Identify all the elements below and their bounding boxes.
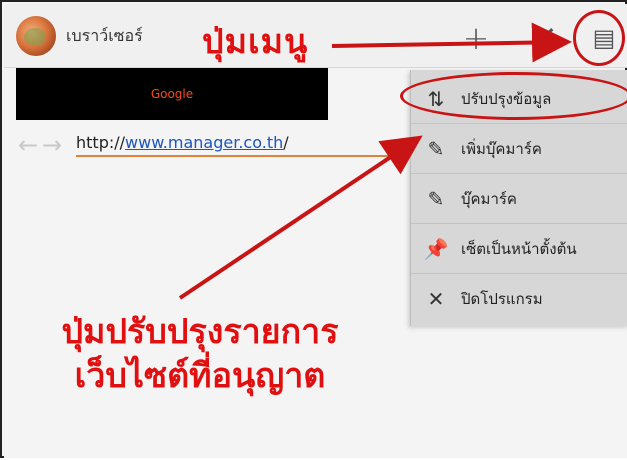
callout-line-2: เว็บไซต์ที่อนุญาต [74, 356, 326, 397]
menu-item-set-homepage[interactable]: 📌 เซ็ตเป็นหน้าตั้งต้น [411, 224, 627, 274]
add-bookmark-icon: ✎ [427, 136, 445, 161]
callout-line-1: ปุ่มปรับปรุงรายการ [61, 312, 339, 352]
url-suffix: / [283, 133, 289, 152]
google-label: Google [150, 87, 194, 101]
menu-item-label: บุ๊คมาร์ค [461, 189, 517, 208]
refresh-list-callout: ปุ่มปรับปรุงรายการ เว็บไซต์ที่อนุญาต [50, 310, 350, 398]
menu-item-bookmarks[interactable]: ✎ บุ๊คมาร์ค [411, 174, 627, 224]
screenshot-frame: เบราว์เซอร์ + ✕ ▤ Google ← → http://www.… [0, 0, 627, 458]
refresh-item-highlight-ring [400, 72, 627, 120]
url-prefix: http:// [76, 133, 126, 152]
url-input[interactable]: http://www.manager.co.th/ [76, 133, 406, 157]
menu-item-label: เพิ่มบุ๊คมาร์ค [461, 139, 542, 158]
menu-item-add-bookmark[interactable]: ✎ เพิ่มบุ๊คมาร์ค [411, 124, 627, 174]
app-logo-icon [16, 16, 56, 56]
close-tab-button[interactable]: ✕ [524, 18, 564, 58]
url-link: www.manager.co.th [125, 133, 284, 152]
menu-button-callout: ปุ่มเมนู [202, 22, 309, 62]
action-bar: เบราว์เซอร์ + ✕ ▤ [4, 4, 627, 68]
new-tab-button[interactable]: + [456, 18, 496, 58]
menu-item-exit[interactable]: ✕ ปิดโปรแกรม [411, 274, 627, 324]
menu-item-label: ปิดโปรแกรม [461, 290, 543, 308]
url-bar: ← → http://www.manager.co.th/ [16, 126, 436, 164]
bookmark-pencil-icon: ✎ [427, 186, 445, 211]
close-icon: ✕ [427, 287, 445, 311]
menu-item-label: เซ็ตเป็นหน้าตั้งต้น [461, 239, 577, 258]
app-title: เบราว์เซอร์ [66, 26, 143, 45]
forward-arrow-icon[interactable]: → [40, 131, 64, 159]
google-banner[interactable]: Google [16, 68, 328, 120]
menu-button-highlight-ring [573, 10, 625, 66]
pin-icon: 📌 [423, 236, 449, 261]
back-arrow-icon[interactable]: ← [16, 131, 40, 159]
